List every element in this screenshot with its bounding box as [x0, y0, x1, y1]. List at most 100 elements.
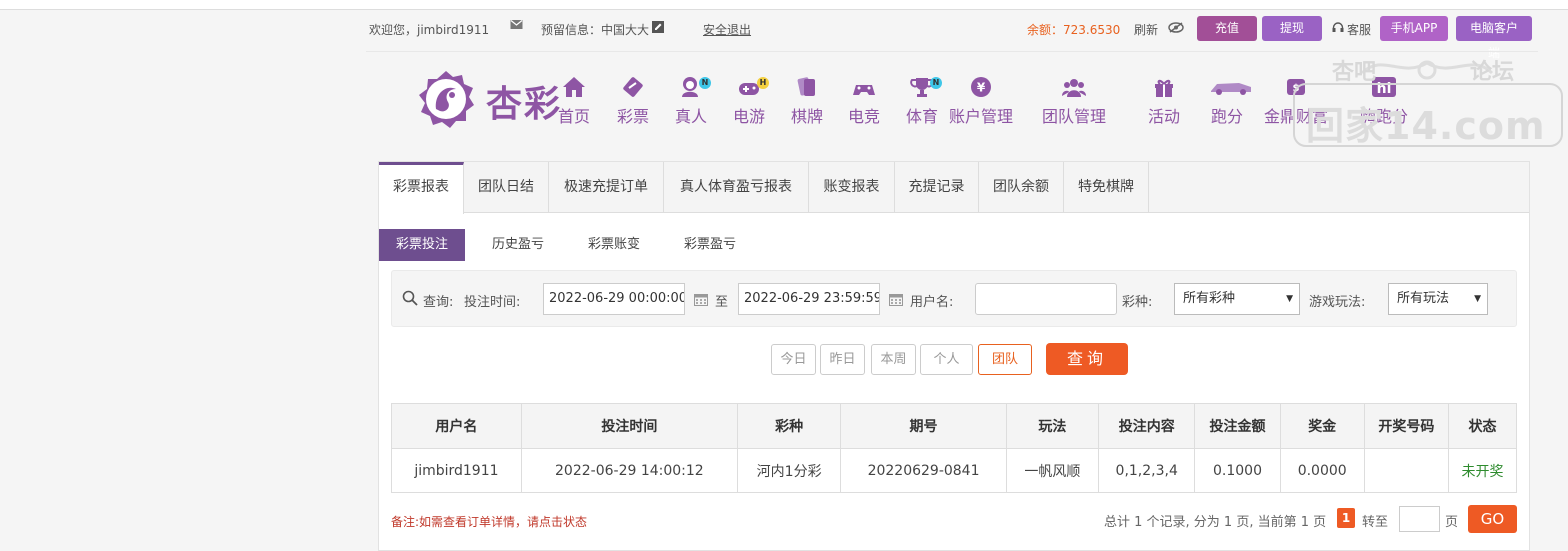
ticket-icon — [615, 75, 651, 101]
team-icon — [1039, 75, 1109, 101]
report-tabs: 彩票报表 团队日结 极速充提订单 真人体育盈亏报表 账变报表 充提记录 团队余额 特免棋牌 — [379, 162, 1529, 214]
tab-6[interactable]: 团队余额 — [979, 162, 1064, 213]
column-header: 状态 — [1447, 403, 1518, 449]
tab-3[interactable]: 真人体育盈亏报表 — [664, 162, 809, 213]
table-cell: 2022-06-29 14:00:12 — [520, 448, 738, 493]
to-label: 至 — [715, 295, 729, 310]
edit-icon[interactable] — [652, 21, 664, 36]
withdraw-button[interactable]: 提现 — [1262, 16, 1322, 41]
go-button[interactable]: GO — [1468, 505, 1517, 533]
logo-emblem-icon — [419, 71, 474, 128]
nav-item-1[interactable]: 彩票 — [615, 75, 651, 135]
table-cell — [1363, 448, 1449, 493]
nav-item-6[interactable]: N 体育 — [904, 75, 942, 135]
mobile-app-button[interactable]: 手机APP — [1380, 16, 1448, 41]
subtab-0[interactable]: 彩票投注 — [379, 229, 465, 261]
nav-label: 账户管理 — [948, 107, 1013, 126]
quick-filter-1[interactable]: 昨日 — [820, 344, 865, 375]
refresh-link[interactable]: 刷新 — [1134, 21, 1158, 38]
yen-icon: ¥ — [946, 75, 1016, 101]
watermark-top: 杏吧 — [1332, 60, 1377, 85]
calendar-icon[interactable] — [889, 293, 903, 306]
recharge-button[interactable]: 充值 — [1197, 16, 1257, 41]
page-number-input[interactable] — [1399, 506, 1440, 532]
table-cell: 20220629-0841 — [840, 448, 1007, 493]
bet-table: 用户名 投注时间 彩种 期号 玩法 投注内容 投注金额 奖金 开奖号码 状态 jimbird191… — [391, 403, 1518, 493]
quick-filter-4[interactable]: 团队 — [978, 344, 1032, 375]
reserved-info: 预留信息：中国大大 — [541, 23, 650, 37]
play-select[interactable]: 所有玩法 ▼ — [1388, 283, 1488, 315]
query-label: 查询: — [423, 295, 454, 310]
pager-summary: 总计 1 个记录, 分为 1 页, 当前第 1 页 — [1104, 515, 1327, 530]
calendar-icon[interactable] — [694, 293, 708, 306]
balance-text: 余额：723.6530 — [1027, 23, 1121, 37]
lottery-select[interactable]: 所有彩种 ▼ — [1174, 283, 1300, 315]
watermark-top-right: 论坛 — [1470, 60, 1515, 85]
site-logo[interactable]: 杏彩 — [416, 69, 566, 129]
tab-1[interactable]: 团队日结 — [464, 162, 549, 213]
tab-0[interactable]: 彩票报表 — [379, 162, 464, 214]
logout-link[interactable]: 安全退出 — [703, 21, 751, 38]
tab-5[interactable]: 充提记录 — [895, 162, 979, 213]
column-header: 投注内容 — [1098, 403, 1196, 449]
hide-balance-icon[interactable] — [1168, 22, 1184, 36]
browser-top-edge — [0, 0, 1568, 10]
nav-item-9[interactable]: 活动 — [1146, 75, 1182, 135]
tab-4[interactable]: 账变报表 — [809, 162, 895, 213]
nav-label: 体育 — [905, 107, 938, 126]
table-header-row: 用户名 投注时间 彩种 期号 玩法 投注内容 投注金额 奖金 开奖号码 状态 — [391, 403, 1518, 449]
subtab-3[interactable]: 彩票盈亏 — [671, 229, 749, 261]
nav-label: 棋牌 — [790, 107, 823, 126]
tab-7[interactable]: 特免棋牌 — [1064, 162, 1149, 213]
report-panel: 彩票报表 团队日结 极速充提订单 真人体育盈亏报表 账变报表 充提记录 团队余额 特免棋牌 彩… — [378, 161, 1530, 551]
nav-item-8[interactable]: 团队管理 — [1039, 75, 1109, 135]
table-cell: 0,1,2,3,4 — [1098, 448, 1196, 493]
end-time-input[interactable]: 2022-06-29 23:59:59 — [738, 283, 880, 315]
lottery-select-value: 所有彩种 — [1183, 291, 1236, 306]
mail-icon[interactable] — [510, 19, 523, 33]
quick-filter-0[interactable]: 今日 — [771, 344, 816, 375]
nav-label: 电竞 — [847, 107, 880, 126]
search-icon — [402, 290, 418, 310]
tab-2[interactable]: 极速充提订单 — [549, 162, 664, 213]
nav-item-3[interactable]: H 电游 — [731, 75, 769, 135]
nav-item-7[interactable]: ¥ 账户管理 — [946, 75, 1016, 135]
headset-icon[interactable] — [1332, 22, 1344, 36]
service-link[interactable]: 客服 — [1347, 21, 1371, 38]
nav-badge: N — [699, 77, 711, 89]
status-cell[interactable]: 未开奖 — [1447, 448, 1518, 493]
subtab-1[interactable]: 历史盈亏 — [473, 229, 563, 261]
table-cell: 0.1000 — [1194, 448, 1281, 493]
dropdown-arrow-icon: ▼ — [1286, 294, 1293, 304]
nav-label: 电游 — [732, 107, 765, 126]
table-row: jimbird1911 2022-06-29 14:00:12 河内1分彩 20220… — [391, 448, 1518, 493]
nav-label: 团队管理 — [1041, 107, 1106, 126]
dropdown-arrow-icon: ▼ — [1474, 294, 1481, 304]
start-time-input[interactable]: 2022-06-29 00:00:00 — [543, 283, 685, 315]
query-button[interactable]: 查询 — [1046, 343, 1128, 375]
nav-item-2[interactable]: N 真人 — [673, 75, 711, 135]
table-cell: jimbird1911 — [391, 448, 522, 493]
quick-filter-2[interactable]: 本周 — [871, 344, 916, 375]
play-label: 游戏玩法: — [1309, 295, 1366, 310]
nav-label: 首页 — [557, 107, 590, 126]
gift-icon — [1146, 75, 1182, 101]
nav-label: 彩票 — [616, 107, 649, 126]
nav-item-0[interactable]: 首页 — [556, 75, 592, 135]
column-header: 期号 — [840, 403, 1007, 449]
pc-client-button[interactable]: 电脑客户端 — [1456, 16, 1532, 60]
current-page-button[interactable]: 1 — [1337, 508, 1355, 528]
quick-filter-3[interactable]: 个人 — [920, 344, 973, 375]
nav-label: 跑分 — [1210, 107, 1243, 126]
subtab-2[interactable]: 彩票账变 — [571, 229, 657, 261]
table-cell: 一帆风顺 — [1005, 448, 1100, 493]
nav-item-5[interactable]: 电竞 — [846, 75, 882, 135]
welcome-text: 欢迎您，jimbird1911 — [369, 23, 490, 37]
bet-time-label: 投注时间: — [464, 295, 521, 310]
nav-item-10[interactable]: 跑分 — [1209, 75, 1251, 135]
page: 欢迎您，jimbird1911 预留信息：中国大大 安全退出 余额：723.65… — [366, 11, 1563, 551]
nav-item-4[interactable]: 棋牌 — [789, 75, 825, 135]
username-input[interactable] — [975, 283, 1117, 315]
play-select-value: 所有玩法 — [1397, 291, 1450, 306]
username-label: 用户名: — [910, 295, 954, 310]
